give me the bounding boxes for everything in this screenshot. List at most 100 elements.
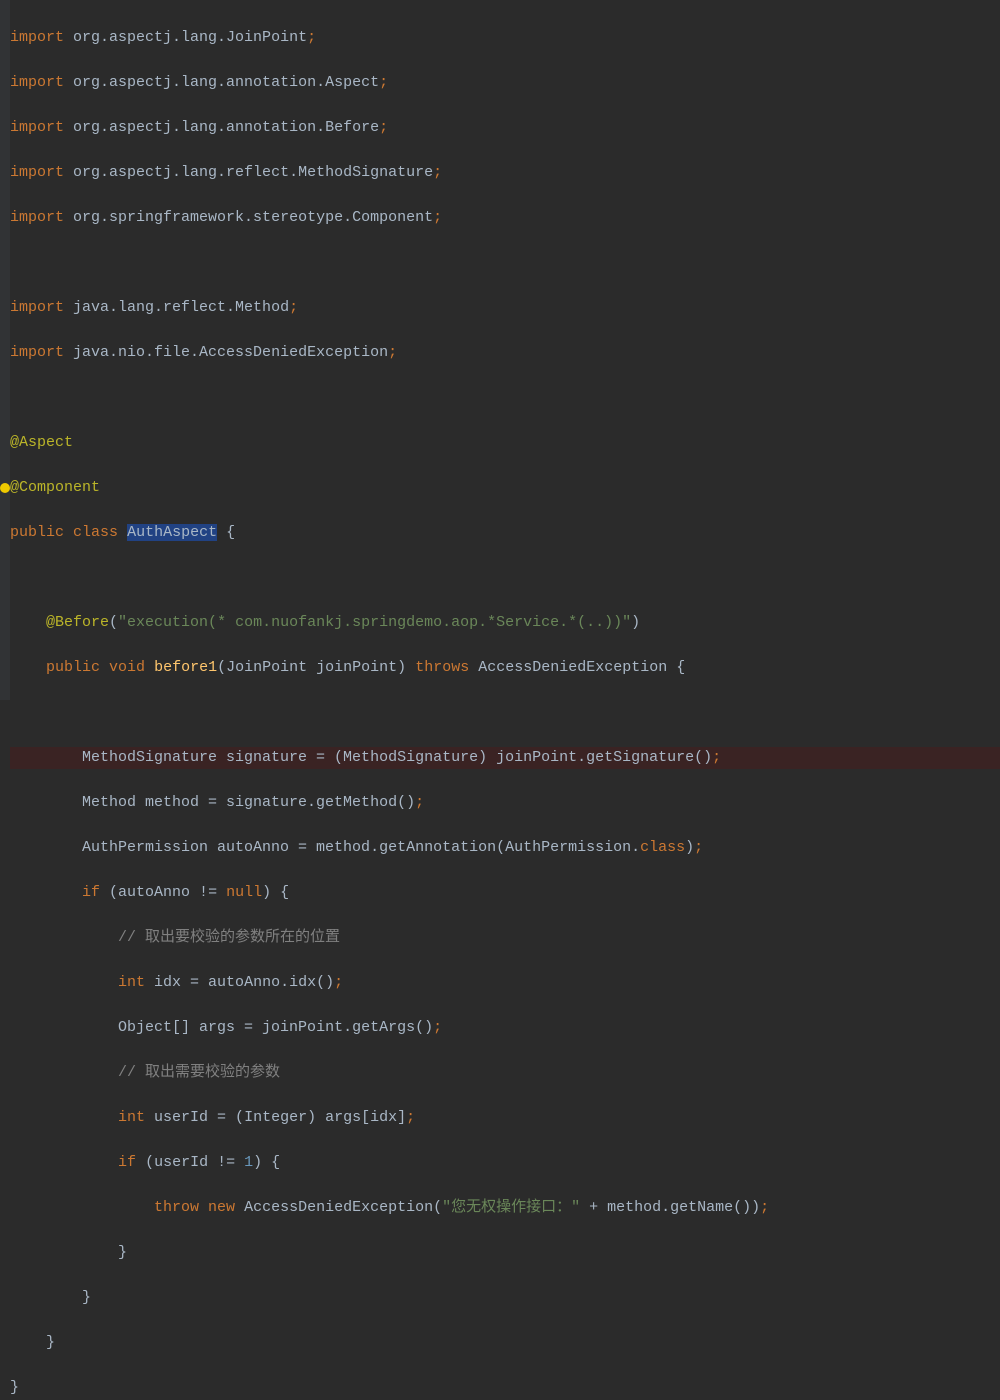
code-line[interactable]: public void before1(JoinPoint joinPoint)… [10, 657, 1000, 680]
code-line[interactable] [10, 387, 1000, 410]
semicolon: ; [415, 794, 424, 811]
code-line[interactable]: AuthPermission autoAnno = method.getAnno… [10, 837, 1000, 860]
code-line[interactable]: import org.aspectj.lang.annotation.Aspec… [10, 72, 1000, 95]
code-line[interactable]: // 取出需要校验的参数 [10, 1062, 1000, 1085]
param-name: joinPoint [316, 659, 397, 676]
brace-close: } [82, 1289, 91, 1306]
code-line[interactable]: import org.aspectj.lang.JoinPoint; [10, 27, 1000, 50]
code-line[interactable]: @Aspect [10, 432, 1000, 455]
condition-close: ) { [253, 1154, 280, 1171]
class-name: AuthAspect [127, 524, 217, 541]
import-path: java.nio.file.AccessDeniedException [73, 344, 388, 361]
paren: ) [685, 839, 694, 856]
brace-close: } [118, 1244, 127, 1261]
code-line[interactable]: } [10, 1377, 1000, 1400]
comment: // 取出要校验的参数所在的位置 [118, 929, 340, 946]
string-literal: "您无权操作接口：" [442, 1199, 580, 1216]
annotation-aspect: @Aspect [10, 434, 73, 451]
code-line[interactable]: // 取出要校验的参数所在的位置 [10, 927, 1000, 950]
keyword-int: int [118, 974, 145, 991]
semicolon: ; [307, 29, 316, 46]
semicolon: ; [379, 119, 388, 136]
brace-open: { [217, 524, 235, 541]
keyword-throws: throws [415, 659, 469, 676]
code-line-highlighted[interactable]: MethodSignature signature = (MethodSigna… [10, 747, 1000, 770]
code-line[interactable]: import java.lang.reflect.Method; [10, 297, 1000, 320]
expr-tail: + method.getName()) [580, 1199, 760, 1216]
import-path: java.lang.reflect.Method [73, 299, 289, 316]
brace-close: } [10, 1379, 19, 1396]
semicolon: ; [388, 344, 397, 361]
keyword-import: import [10, 119, 64, 136]
keyword-import: import [10, 299, 64, 316]
code-line[interactable]: } [10, 1242, 1000, 1265]
import-path: org.springframework.stereotype.Component [73, 209, 433, 226]
statement: idx = autoAnno.idx() [145, 974, 334, 991]
annotation-before: @Before [46, 614, 109, 631]
semicolon: ; [379, 74, 388, 91]
code-line[interactable]: Object[] args = joinPoint.getArgs(); [10, 1017, 1000, 1040]
code-line[interactable]: int userId = (Integer) args[idx]; [10, 1107, 1000, 1130]
import-path: org.aspectj.lang.annotation.Aspect [73, 74, 379, 91]
statement: Object[] args = joinPoint.getArgs() [118, 1019, 433, 1036]
statement: MethodSignature signature = (MethodSigna… [82, 749, 712, 766]
keyword-int: int [118, 1109, 145, 1126]
code-line[interactable]: public class AuthAspect { [10, 522, 1000, 545]
code-line[interactable]: Method method = signature.getMethod(); [10, 792, 1000, 815]
code-line[interactable] [10, 702, 1000, 725]
code-line[interactable] [10, 567, 1000, 590]
keyword-public: public [46, 659, 100, 676]
keyword-class: class [73, 524, 118, 541]
method-name: before1 [154, 659, 217, 676]
semicolon: ; [334, 974, 343, 991]
code-line[interactable]: import org.aspectj.lang.annotation.Befor… [10, 117, 1000, 140]
code-editor[interactable]: import org.aspectj.lang.JoinPoint; impor… [10, 0, 1000, 1400]
keyword-if: if [118, 1154, 136, 1171]
code-line[interactable]: } [10, 1287, 1000, 1310]
condition: (userId != [145, 1154, 244, 1171]
semicolon: ; [760, 1199, 769, 1216]
semicolon: ; [406, 1109, 415, 1126]
condition-close: ) { [262, 884, 289, 901]
code-line[interactable]: throw new AccessDeniedException("您无权操作接口… [10, 1197, 1000, 1220]
brace-close: } [46, 1334, 55, 1351]
keyword-void: void [109, 659, 145, 676]
semicolon: ; [433, 209, 442, 226]
keyword-class: class [640, 839, 685, 856]
paren: ( [217, 659, 226, 676]
comment: // 取出需要校验的参数 [118, 1064, 280, 1081]
semicolon: ; [433, 1019, 442, 1036]
gutter-marker-icon[interactable] [0, 483, 10, 493]
semicolon: ; [433, 164, 442, 181]
code-line[interactable]: if (autoAnno != null) { [10, 882, 1000, 905]
import-path: org.aspectj.lang.JoinPoint [73, 29, 307, 46]
paren: ) [397, 659, 406, 676]
statement: AuthPermission autoAnno = method.getAnno… [82, 839, 640, 856]
keyword-if: if [82, 884, 100, 901]
number-literal: 1 [244, 1154, 253, 1171]
code-line[interactable]: int idx = autoAnno.idx(); [10, 972, 1000, 995]
code-line[interactable]: } [10, 1332, 1000, 1355]
code-line[interactable]: import org.aspectj.lang.reflect.MethodSi… [10, 162, 1000, 185]
exception-type: AccessDeniedException [478, 659, 667, 676]
code-line[interactable]: @Before("execution(* com.nuofankj.spring… [10, 612, 1000, 635]
keyword-import: import [10, 74, 64, 91]
code-line[interactable]: @Component [10, 477, 1000, 500]
string-literal: "execution(* com.nuofankj.springdemo.aop… [118, 614, 631, 631]
code-line[interactable] [10, 252, 1000, 275]
code-line[interactable]: if (userId != 1) { [10, 1152, 1000, 1175]
semicolon: ; [289, 299, 298, 316]
keyword-throw-new: throw new [154, 1199, 235, 1216]
semicolon: ; [712, 749, 721, 766]
editor-gutter [0, 0, 10, 700]
code-line[interactable]: import java.nio.file.AccessDeniedExcepti… [10, 342, 1000, 365]
param-type: JoinPoint [226, 659, 307, 676]
paren: ( [109, 614, 118, 631]
ctor-call: AccessDeniedException( [244, 1199, 442, 1216]
brace-open: { [667, 659, 685, 676]
keyword-null: null [226, 884, 262, 901]
code-line[interactable]: import org.springframework.stereotype.Co… [10, 207, 1000, 230]
import-path: org.aspectj.lang.reflect.MethodSignature [73, 164, 433, 181]
semicolon: ; [694, 839, 703, 856]
keyword-public: public [10, 524, 64, 541]
